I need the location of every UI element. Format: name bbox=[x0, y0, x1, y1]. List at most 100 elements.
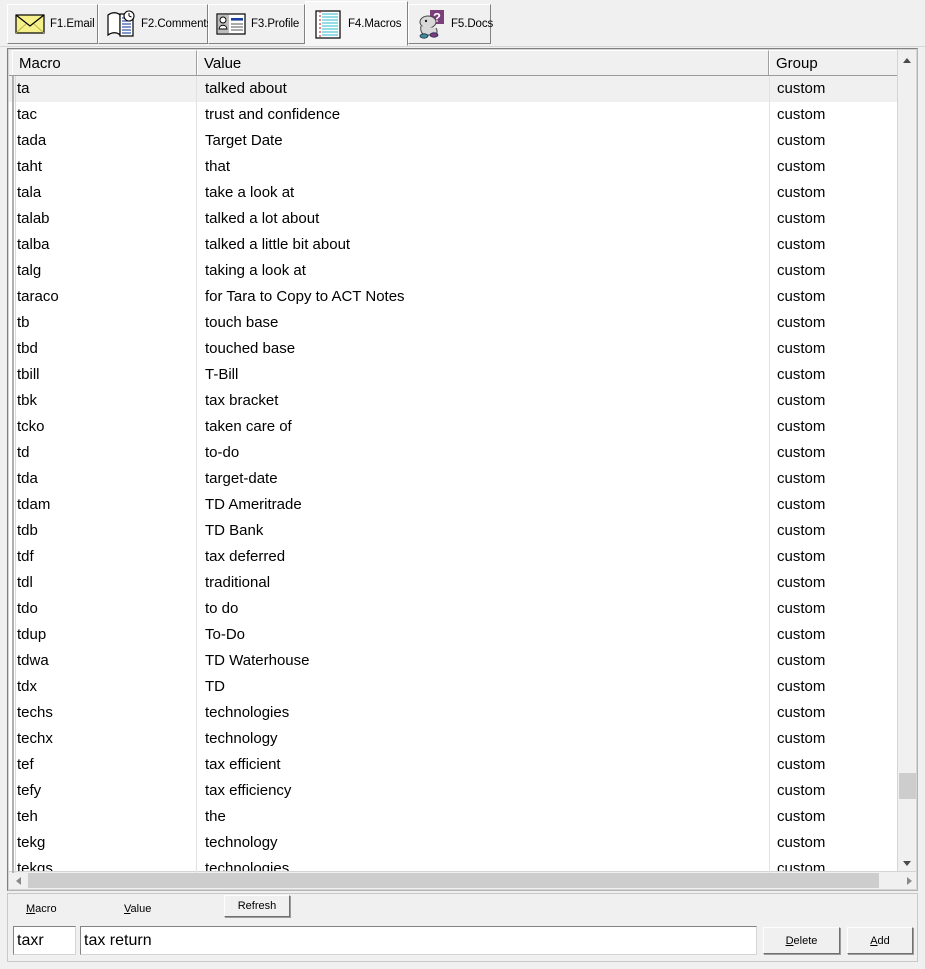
table-row[interactable]: techx technology custom bbox=[9, 726, 899, 752]
cell-group: custom bbox=[777, 340, 826, 357]
cell-macro: tada bbox=[17, 132, 47, 149]
table-row[interactable]: tekg technology custom bbox=[9, 830, 899, 856]
table-row[interactable]: tefy tax efficiency custom bbox=[9, 778, 899, 804]
tab-f3-profile[interactable]: F3.Profile bbox=[208, 4, 305, 44]
cell-group: custom bbox=[777, 496, 826, 513]
vertical-scrollbar[interactable] bbox=[897, 50, 916, 873]
cell-macro: tb bbox=[17, 314, 30, 331]
cell-group: custom bbox=[777, 808, 826, 825]
cell-group: custom bbox=[777, 314, 826, 331]
cell-macro: tala bbox=[17, 184, 42, 201]
value-input[interactable] bbox=[80, 926, 757, 955]
table-row[interactable]: teh the custom bbox=[9, 804, 899, 830]
scroll-down-button[interactable] bbox=[898, 854, 916, 872]
table-row[interactable]: tdl traditional custom bbox=[9, 570, 899, 596]
table-row[interactable]: ta talked about custom bbox=[9, 76, 899, 102]
column-header-value[interactable]: Value bbox=[197, 50, 769, 75]
tab-f2-comments[interactable]: F2.Comments bbox=[98, 4, 212, 44]
cell-group: custom bbox=[777, 548, 826, 565]
cell-macro: techs bbox=[17, 704, 53, 721]
tab-label: F2.Comments bbox=[141, 18, 213, 30]
envelope-icon bbox=[15, 9, 45, 39]
cell-macro: td bbox=[17, 444, 30, 461]
table-row[interactable]: taraco for Tara to Copy to ACT Notes custo… bbox=[9, 284, 899, 310]
horizontal-scrollbar-thumb[interactable] bbox=[28, 873, 879, 888]
scroll-right-button[interactable] bbox=[900, 872, 916, 889]
macro-input[interactable] bbox=[13, 926, 76, 955]
cell-group: custom bbox=[777, 522, 826, 539]
table-row[interactable]: talba talked a little bit about custom bbox=[9, 232, 899, 258]
cell-group: custom bbox=[777, 236, 826, 253]
column-header-macro[interactable]: Macro bbox=[12, 50, 197, 75]
cell-value: the bbox=[205, 808, 226, 825]
cell-value: T-Bill bbox=[205, 366, 239, 383]
table-row[interactable]: taht that custom bbox=[9, 154, 899, 180]
table-row[interactable]: tdf tax deferred custom bbox=[9, 544, 899, 570]
table-row[interactable]: tcko taken care of custom bbox=[9, 414, 899, 440]
grid-left-edge-inner bbox=[15, 76, 16, 873]
scroll-up-button[interactable] bbox=[898, 51, 916, 69]
column-header-group[interactable]: Group bbox=[769, 50, 899, 75]
cell-group: custom bbox=[777, 444, 826, 461]
cell-value: talked a lot about bbox=[205, 210, 320, 227]
table-row[interactable]: tb touch base custom bbox=[9, 310, 899, 336]
cell-group: custom bbox=[777, 574, 826, 591]
table-row[interactable]: talab talked a lot about custom bbox=[9, 206, 899, 232]
table-row[interactable]: techs technologies custom bbox=[9, 700, 899, 726]
grid-body[interactable]: ta talked about custom tac trust and confide… bbox=[9, 76, 899, 873]
table-row[interactable]: tdx TD custom bbox=[9, 674, 899, 700]
chevron-up-icon bbox=[903, 57, 911, 63]
table-row[interactable]: tbill T-Bill custom bbox=[9, 362, 899, 388]
tab-f4-macros[interactable]: F4.Macros bbox=[305, 1, 408, 46]
cell-macro: taht bbox=[17, 158, 43, 175]
cell-macro: tdo bbox=[17, 600, 38, 617]
cell-macro: taraco bbox=[17, 288, 59, 305]
table-row[interactable]: td to-do custom bbox=[9, 440, 899, 466]
column-separator-macro-value bbox=[196, 76, 197, 873]
cell-macro: tefy bbox=[17, 782, 42, 799]
table-row[interactable]: tdb TD Bank custom bbox=[9, 518, 899, 544]
refresh-button[interactable]: Refresh bbox=[224, 895, 290, 917]
cell-value: tax efficiency bbox=[205, 782, 292, 799]
table-row[interactable]: tada Target Date custom bbox=[9, 128, 899, 154]
table-row[interactable]: tbd touched base custom bbox=[9, 336, 899, 362]
tab-f5-docs[interactable]: ? F5.Docs bbox=[408, 4, 493, 44]
cell-value: technologies bbox=[205, 704, 290, 721]
cell-group: custom bbox=[777, 210, 826, 227]
chevron-left-icon bbox=[15, 876, 21, 885]
table-row[interactable]: tdo to do custom bbox=[9, 596, 899, 622]
cell-group: custom bbox=[777, 782, 826, 799]
cell-group: custom bbox=[777, 756, 826, 773]
table-row[interactable]: tdam TD Ameritrade custom bbox=[9, 492, 899, 518]
chevron-down-icon bbox=[903, 860, 911, 866]
tab-label: F1.Email bbox=[50, 18, 95, 30]
table-row[interactable]: tef tax efficient custom bbox=[9, 752, 899, 778]
table-row[interactable]: tdup To-Do custom bbox=[9, 622, 899, 648]
help-docs-icon: ? bbox=[416, 9, 446, 39]
cell-group: custom bbox=[777, 470, 826, 487]
add-button[interactable]: Add bbox=[847, 927, 913, 954]
cell-macro: tbill bbox=[17, 366, 40, 383]
table-row[interactable]: tac trust and confidence custom bbox=[9, 102, 899, 128]
tab-f1-email[interactable]: F1.Email bbox=[7, 4, 98, 44]
vertical-scrollbar-thumb[interactable] bbox=[899, 773, 916, 799]
table-row[interactable]: tda target-date custom bbox=[9, 466, 899, 492]
cell-value: take a look at bbox=[205, 184, 295, 201]
cell-value: trust and confidence bbox=[205, 106, 341, 123]
table-row[interactable]: talg taking a look at custom bbox=[9, 258, 899, 284]
table-row[interactable]: tbk tax bracket custom bbox=[9, 388, 899, 414]
cell-macro: tdam bbox=[17, 496, 51, 513]
macros-grid-panel: Macro Value Group ta talked about custom tac t… bbox=[7, 48, 918, 891]
profile-icon bbox=[216, 9, 246, 39]
table-row[interactable]: tala take a look at custom bbox=[9, 180, 899, 206]
cell-value: taken care of bbox=[205, 418, 292, 435]
cell-macro: tac bbox=[17, 106, 38, 123]
cell-value: TD Waterhouse bbox=[205, 652, 310, 669]
cell-value: tax deferred bbox=[205, 548, 286, 565]
delete-button[interactable]: Delete bbox=[763, 927, 840, 954]
horizontal-scrollbar[interactable] bbox=[9, 871, 916, 889]
scroll-left-button[interactable] bbox=[9, 872, 27, 889]
cell-macro: tda bbox=[17, 470, 38, 487]
cell-value: that bbox=[205, 158, 231, 175]
table-row[interactable]: tdwa TD Waterhouse custom bbox=[9, 648, 899, 674]
